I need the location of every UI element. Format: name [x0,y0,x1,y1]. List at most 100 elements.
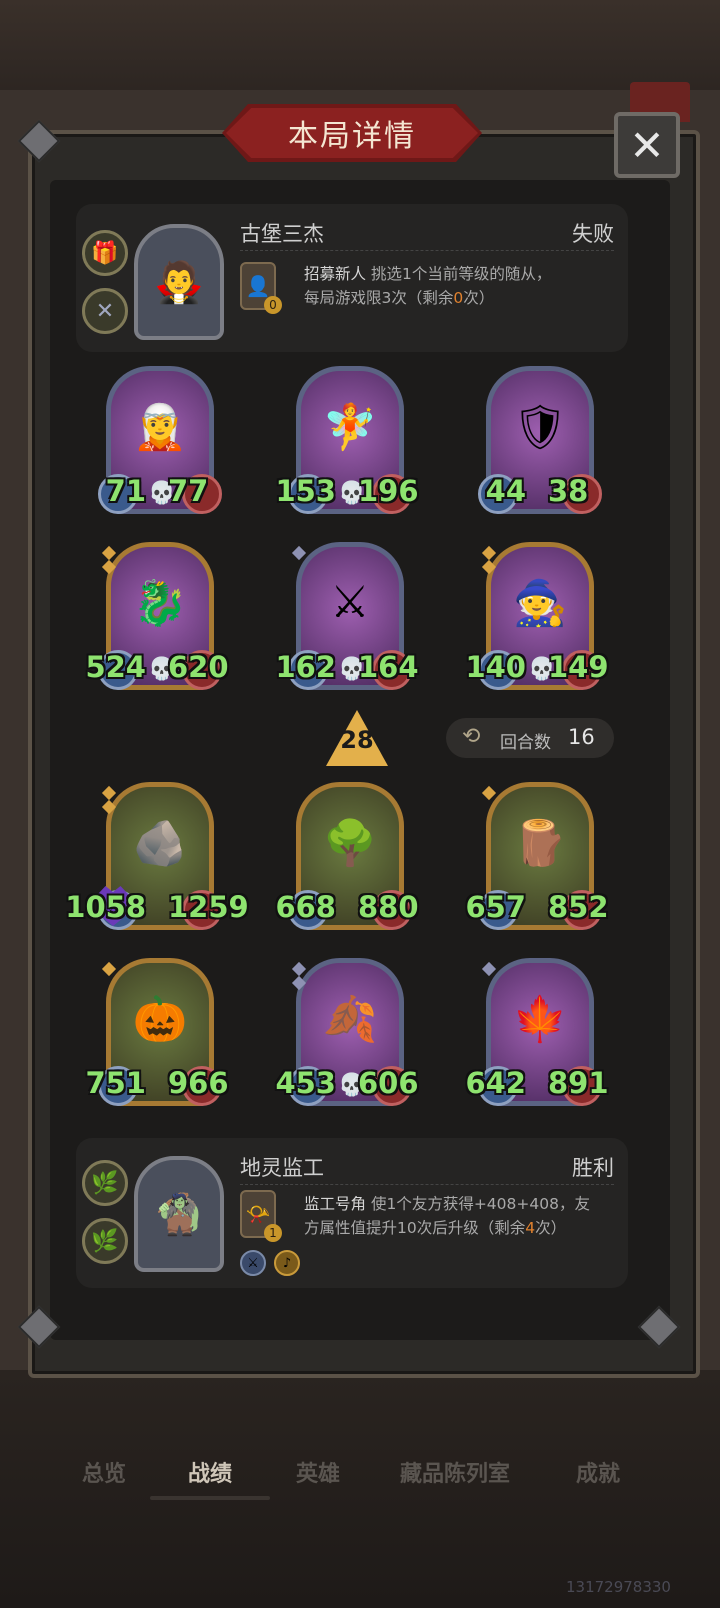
minion-health: 149 [548,650,609,684]
minion-attack: 162 [275,650,336,684]
skill-remaining: 4 [525,1219,536,1237]
minion-health: 966 [168,1066,229,1100]
minion-attack: 668 [275,890,336,924]
cost-coin: 1 [264,1224,282,1242]
rounds-value: 16 [568,725,595,749]
minion-health: 852 [548,890,609,924]
title-banner: 本局详情 [222,104,482,162]
wizard-portrait-icon: 🧙 [512,578,568,629]
opponent-minion[interactable]: 🧙 💀 140 149 [465,542,609,694]
skill-remaining: 0 [453,289,464,307]
rounds-pill: ⟲ 回合数 16 [446,718,614,758]
tab-underline [150,1496,270,1500]
minion-attack: 71 [105,474,146,508]
treant-portrait-icon: 🌳 [322,818,378,869]
tab-achievements[interactable]: 成就 [576,1456,620,1488]
autumn-treant-portrait-icon: 🍂 [322,994,378,1045]
divider [240,1184,614,1185]
divider [240,250,614,251]
opponent-minion[interactable]: 🧝 💀 71 77 [98,366,222,518]
skill-desc-1: 使1个友方获得+408+408，友 [370,1195,590,1213]
stump-portrait-icon: 🪵 [512,818,568,869]
cost-coin: 0 [264,296,282,314]
tab-collection[interactable]: 藏品陈列室 [400,1456,510,1488]
opponent-minion[interactable]: ⚔ 💀 162 164 [275,542,419,694]
top-background [0,0,720,90]
player-skill-text: 监工号角 使1个友方获得+408+408，友 方属性值提升10次后升级（剩余4次… [304,1192,614,1240]
page-title: 本局详情 [288,119,416,154]
skill-desc-2: 方属性值提升10次后升级（剩余 [304,1219,526,1237]
sword-icon[interactable]: ✕ [82,288,128,334]
minion-attack: 642 [465,1066,526,1100]
close-button[interactable]: ✕ [614,112,680,178]
opponent-minion[interactable]: 🧚 💀 153 196 [275,366,419,518]
tab-heroes[interactable]: 英雄 [296,1456,340,1488]
horn-badge-icon[interactable]: ♪ [274,1250,300,1276]
minion-health: 38 [548,474,589,508]
tavern-tier-badge: 28 [326,710,388,766]
autumn-treant-portrait-icon: 🍁 [512,994,568,1045]
tavern-tier-value: 28 [340,726,374,754]
minion-health: 196 [358,474,419,508]
minion-health: 880 [358,890,419,924]
minion-health: 1259 [168,890,249,924]
minion-attack: 153 [275,474,336,508]
player-result: 胜利 [572,1156,614,1180]
minion-health: 164 [358,650,419,684]
skill-name: 招募新人 [304,265,367,283]
cycle-arrows-icon: ⟲ [462,724,481,749]
horn-icon: 📯 [245,1202,271,1226]
minion-attack: 1058 [65,890,146,924]
player-hero-portrait[interactable]: 🧌 [134,1156,224,1272]
minion-health: 620 [168,650,229,684]
minion-attack: 657 [465,890,526,924]
minion-health: 891 [548,1066,609,1100]
player-name: 地灵监工 [240,1156,324,1180]
armored-knight-portrait-icon: ⚔ [330,577,370,628]
plant-icon[interactable]: 🌿 [82,1218,128,1264]
recruit-icon: 👤 [245,274,271,298]
minion-health: 77 [168,474,209,508]
rock-monster-portrait-icon: 🪨 [132,818,188,869]
opponent-card: 🎁 ✕ 🧛 古堡三杰 失败 👤 0 招募新人 挑选1个当前等级的随从， 每局游戏… [76,204,628,352]
minion-attack: 524 [85,650,146,684]
player-minion[interactable]: 🎃 751 966 [85,958,229,1110]
sword-shield-icon[interactable]: ⚔ [240,1250,266,1276]
fairy-portrait-icon: 🧚 [322,402,378,453]
opponent-skill-text: 招募新人 挑选1个当前等级的随从， 每局游戏限3次（剩余0次） [304,262,614,310]
skill-desc-3: 次） [463,289,495,307]
opponent-hero-portrait[interactable]: 🧛 [134,224,224,340]
skill-desc-1: 挑选1个当前等级的随从， [370,265,552,283]
player-minion[interactable]: 🪨 1058 1259 [65,782,249,934]
skill-desc-2: 每局游戏限3次（剩余 [304,289,454,307]
player-minion[interactable]: 🍂 💀 453 606 [275,958,419,1110]
player-minion[interactable]: 🍁 642 891 [465,958,609,1110]
skill-name: 监工号角 [304,1195,367,1213]
bottom-tab-bar: 总览 战绩 英雄 藏品陈列室 成就 [0,1440,720,1520]
tab-records[interactable]: 战绩 [188,1456,232,1488]
knight-portrait-icon: 🛡 [512,402,568,453]
opponent-result: 失败 [572,222,614,246]
minion-attack: 751 [85,1066,146,1100]
gift-icon[interactable]: 🎁 [82,230,128,276]
minion-attack: 44 [485,474,526,508]
opponent-minion[interactable]: 🛡 44 38 [478,366,602,518]
opponent-hero-power[interactable]: 👤 0 [240,262,282,314]
elf-portrait-icon: 🧝 [132,402,188,453]
player-minion[interactable]: 🌳 668 880 [275,782,419,934]
player-card: 🌿 🌿 🧌 地灵监工 胜利 📯 1 监工号角 使1个友方获得+408+408，友… [76,1138,628,1288]
player-hero-power[interactable]: 📯 1 [240,1190,282,1242]
player-minion[interactable]: 🪵 657 852 [465,782,609,934]
skill-desc-3: 次） [535,1219,567,1237]
minion-health: 606 [358,1066,419,1100]
tab-overview[interactable]: 总览 [82,1456,126,1488]
close-icon: ✕ [629,120,665,170]
watermark: 13172978330 [566,1578,671,1596]
minion-attack: 140 [465,650,526,684]
pumpkin-portrait-icon: 🎃 [132,994,188,1045]
opponent-name: 古堡三杰 [240,222,324,246]
opponent-minion[interactable]: 🐉 💀 524 620 [85,542,229,694]
rounds-label: 回合数 [500,733,551,753]
plant-icon[interactable]: 🌿 [82,1160,128,1206]
dragon-portrait-icon: 🐉 [132,578,188,629]
